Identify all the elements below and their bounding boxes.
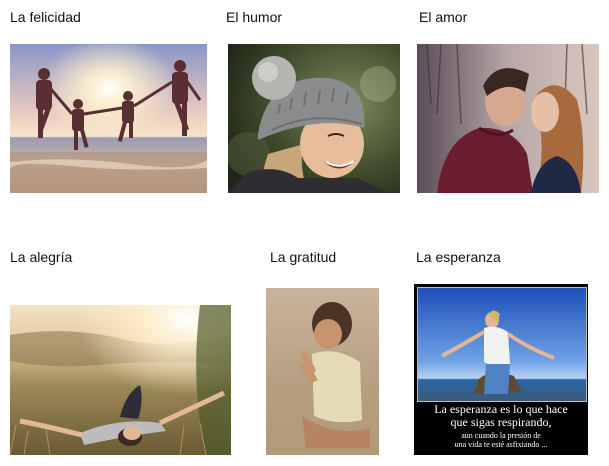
hope-motivational-poster: La esperanza es lo que hace que sigas re…: [414, 284, 588, 455]
woman-beanie-laughing-photo: [228, 44, 400, 193]
caption-felicidad: La felicidad: [10, 9, 81, 25]
caption-esperanza: La esperanza: [416, 249, 501, 265]
poster-photo-woman-sky: [417, 287, 587, 402]
couple-kissing-photo: [417, 44, 599, 193]
child-praying-photo: [266, 288, 379, 455]
caption-alegria: La alegría: [10, 249, 73, 265]
caption-humor: El humor: [226, 9, 283, 25]
poster-quote-line-3: aun cuando la presión de: [461, 431, 541, 440]
beach-family-photo: [10, 44, 207, 193]
poster-quote-line-4: una vida te esté asfixiando ...: [454, 440, 548, 449]
caption-gratitud: La gratitud: [270, 249, 337, 265]
woman-lying-field-photo: [10, 305, 231, 455]
caption-amor: El amor: [419, 9, 468, 25]
poster-quote-line-2: que sigas respirando,: [450, 415, 552, 429]
